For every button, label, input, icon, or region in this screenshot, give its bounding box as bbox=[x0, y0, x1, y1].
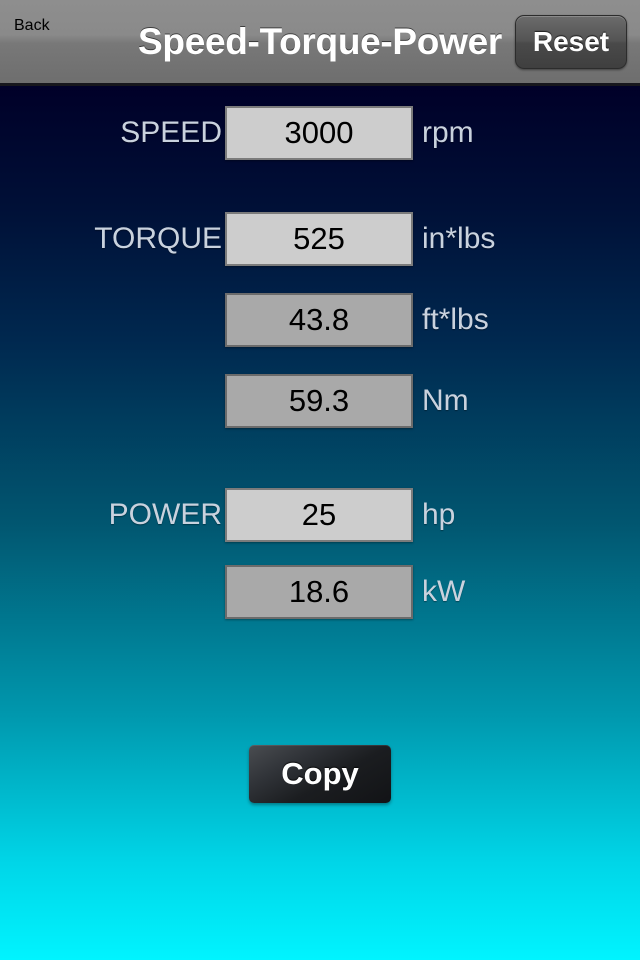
navigation-bar: Back Speed-Torque-Power Reset bbox=[0, 0, 640, 86]
result-field-ft-lbs: 43.8 bbox=[225, 293, 413, 347]
input-field-in-lbs[interactable]: 525 bbox=[225, 212, 413, 266]
unit-label-in-lbs: in*lbs bbox=[422, 222, 496, 255]
copy-button[interactable]: Copy bbox=[249, 745, 391, 803]
input-field-hp[interactable]: 25 bbox=[225, 488, 413, 542]
unit-label-rpm: rpm bbox=[422, 116, 474, 149]
calculator-row: TORQUE 525 in*lbs bbox=[0, 212, 640, 266]
result-field-nm: 59.3 bbox=[225, 374, 413, 428]
content-area: SPEED 3000 rpm TORQUE 525 in*lbs 43.8 ft*lbs 59.… bbox=[0, 86, 640, 960]
calculator-row: 18.6 kW bbox=[0, 565, 640, 619]
row-label-power: POWER bbox=[108, 498, 222, 531]
reset-button[interactable]: Reset bbox=[515, 15, 627, 69]
calculator-row: 43.8 ft*lbs bbox=[0, 293, 640, 347]
app-root: Back Speed-Torque-Power Reset SPEED 3000 r… bbox=[0, 0, 640, 960]
result-field-kw: 18.6 bbox=[225, 565, 413, 619]
unit-label-kw: kW bbox=[422, 575, 466, 608]
unit-label-nm: Nm bbox=[422, 384, 469, 417]
row-label-speed: SPEED bbox=[120, 116, 222, 149]
input-field-rpm[interactable]: 3000 bbox=[225, 106, 413, 160]
unit-label-hp: hp bbox=[422, 498, 456, 531]
unit-label-ft-lbs: ft*lbs bbox=[422, 303, 489, 336]
calculator-row: 59.3 Nm bbox=[0, 374, 640, 428]
back-button[interactable]: Back bbox=[0, 0, 109, 52]
calculator-row: POWER 25 hp bbox=[0, 488, 640, 542]
calculator-row: SPEED 3000 rpm bbox=[0, 106, 640, 160]
row-label-torque: TORQUE bbox=[94, 222, 222, 255]
